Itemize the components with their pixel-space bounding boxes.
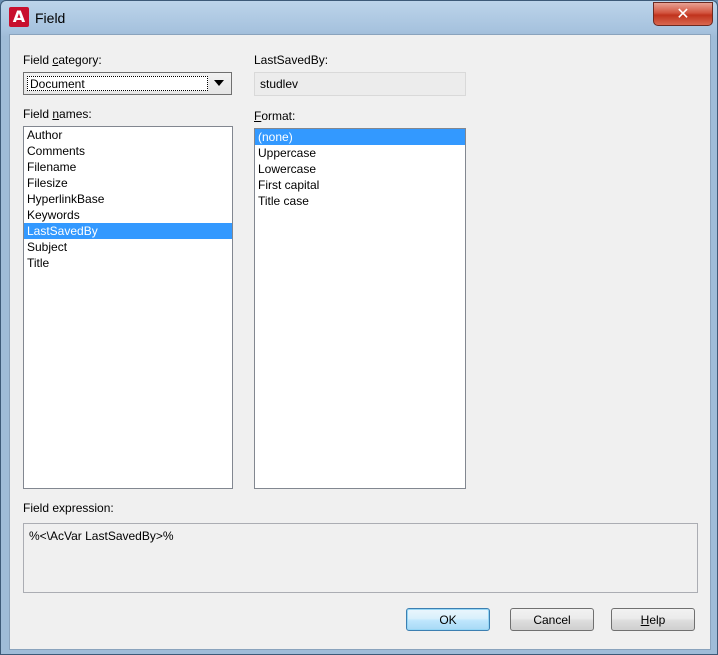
list-item[interactable]: Title case [255, 193, 465, 209]
field-expression-label: Field expression: [23, 501, 114, 515]
format-label: Format: [254, 109, 296, 123]
list-item[interactable]: Filename [24, 159, 232, 175]
value-label: LastSavedBy: [254, 53, 329, 67]
autocad-app-icon: A [9, 7, 29, 27]
format-list[interactable]: (none) Uppercase Lowercase First capital Tit… [254, 128, 466, 489]
close-button[interactable]: ✕ [653, 2, 713, 26]
close-icon: ✕ [676, 4, 690, 23]
field-dialog: A Field ✕ Field category: Document Field… [0, 0, 718, 655]
field-expression-box[interactable]: %<\AcVar LastSavedBy>% [23, 523, 698, 593]
help-button[interactable]: Help [611, 608, 695, 631]
dropdown-arrow-icon[interactable] [214, 80, 224, 86]
field-category-dropdown[interactable]: Document [23, 72, 232, 95]
field-category-value: Document [27, 76, 208, 91]
list-item[interactable]: Comments [24, 143, 232, 159]
list-item[interactable]: Filesize [24, 175, 232, 191]
list-item[interactable]: HyperlinkBase [24, 191, 232, 207]
list-item[interactable]: (none) [255, 129, 465, 145]
cancel-button[interactable]: Cancel [510, 608, 594, 631]
list-item[interactable]: LastSavedBy [24, 223, 232, 239]
field-value-display: studlev [254, 72, 466, 96]
field-names-label: Field names: [23, 107, 92, 121]
field-names-list[interactable]: Author Comments Filename Filesize HyperlinkB… [23, 126, 233, 489]
list-item[interactable]: Author [24, 127, 232, 143]
list-item[interactable]: Uppercase [255, 145, 465, 161]
dialog-body: Field category: Document Field names: Au… [9, 34, 711, 650]
window-title: Field [35, 10, 66, 26]
list-item[interactable]: Lowercase [255, 161, 465, 177]
list-item[interactable]: Subject [24, 239, 232, 255]
field-category-label: Field category: [23, 53, 102, 67]
title-bar[interactable]: A Field ✕ [1, 1, 717, 35]
list-item[interactable]: First capital [255, 177, 465, 193]
list-item[interactable]: Title [24, 255, 232, 271]
ok-button[interactable]: OK [406, 608, 490, 631]
list-item[interactable]: Keywords [24, 207, 232, 223]
